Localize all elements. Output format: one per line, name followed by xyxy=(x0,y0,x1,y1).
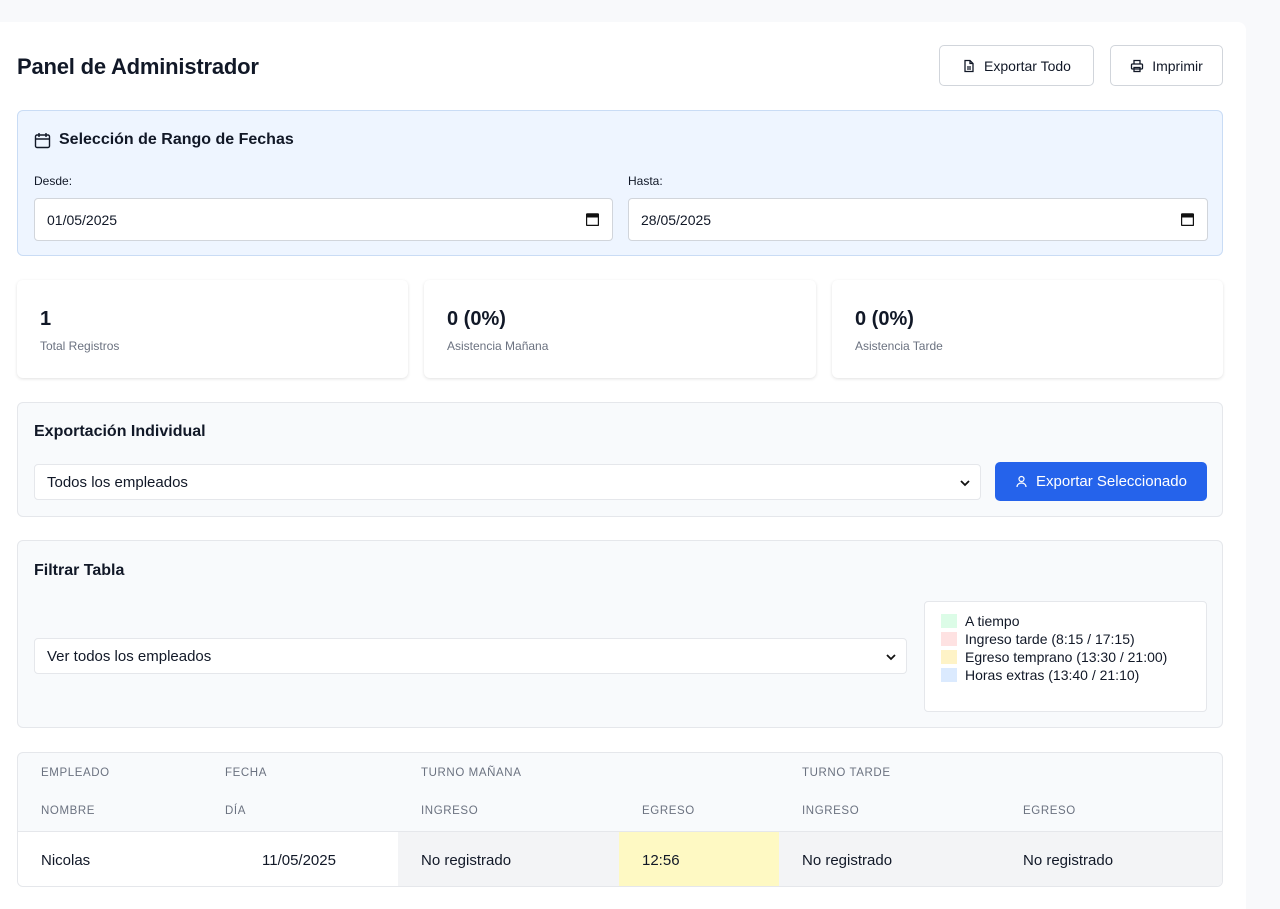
status-legend: A tiempo Ingreso tarde (8:15 / 17:15) Eg… xyxy=(924,601,1207,712)
stat-label: Asistencia Mañana xyxy=(447,339,549,353)
filter-select-value: Ver todos los empleados xyxy=(47,647,212,665)
cell-ingreso-manana: No registrado xyxy=(398,832,619,886)
calendar-picker-icon[interactable] xyxy=(1181,213,1194,226)
calendar-icon xyxy=(34,132,51,148)
employee-select-value: Todos los empleados xyxy=(47,473,188,491)
subheader-egreso-tarde: EGRESO xyxy=(1023,805,1076,817)
legend-swatch-green xyxy=(941,614,957,628)
stat-value: 1 xyxy=(40,308,52,330)
legend-swatch-yellow xyxy=(941,650,957,664)
calendar-picker-icon[interactable] xyxy=(586,213,599,226)
export-all-label: Exportar Todo xyxy=(984,57,1071,74)
legend-label: Egreso temprano (13:30 / 21:00) xyxy=(965,649,1168,665)
print-button[interactable]: Imprimir xyxy=(1110,45,1223,86)
stat-card-afternoon: 0 (0%) Asistencia Tarde xyxy=(832,280,1223,378)
cell-egreso-manana: 12:56 xyxy=(619,832,779,886)
to-date-input[interactable]: 28/05/2025 xyxy=(628,198,1208,241)
cell-nombre: Nicolas xyxy=(41,851,91,869)
header-turno-tarde: TURNO TARDE xyxy=(802,767,891,779)
cell-ingreso-tarde: No registrado xyxy=(779,832,1000,886)
subheader-egreso-manana: EGRESO xyxy=(642,805,695,817)
individual-export-card: Exportación Individual Todos los emplead… xyxy=(17,402,1223,517)
export-selected-button[interactable]: Exportar Seleccionado xyxy=(995,462,1207,501)
stat-label: Asistencia Tarde xyxy=(855,339,943,353)
legend-item: Ingreso tarde (8:15 / 17:15) xyxy=(941,630,1206,648)
subheader-ingreso-tarde: INGRESO xyxy=(802,805,860,817)
stat-card-morning: 0 (0%) Asistencia Mañana xyxy=(424,280,816,378)
export-all-button[interactable]: Exportar Todo xyxy=(939,45,1094,86)
page-title: Panel de Administrador xyxy=(17,54,259,79)
from-date-value: 01/05/2025 xyxy=(47,211,118,228)
legend-swatch-blue xyxy=(941,668,957,682)
filter-title: Filtrar Tabla xyxy=(34,562,125,579)
cell-egreso-tarde: No registrado xyxy=(1000,832,1222,886)
header-turno-manana: TURNO MAÑANA xyxy=(421,767,522,779)
subheader-ingreso-manana: INGRESO xyxy=(421,805,479,817)
chevron-down-icon xyxy=(886,654,896,661)
stat-label: Total Registros xyxy=(40,339,120,353)
stat-card-total: 1 Total Registros xyxy=(17,280,408,378)
legend-item: Horas extras (13:40 / 21:10) xyxy=(941,666,1206,684)
legend-label: A tiempo xyxy=(965,613,1020,629)
to-label: Hasta: xyxy=(628,174,663,188)
individual-export-title: Exportación Individual xyxy=(34,423,206,440)
date-range-card: Selección de Rango de Fechas Desde: Hast… xyxy=(17,110,1223,256)
export-selected-label: Exportar Seleccionado xyxy=(1036,473,1187,490)
print-label: Imprimir xyxy=(1152,57,1203,74)
subheader-dia: DÍA xyxy=(225,805,246,817)
from-date-input[interactable]: 01/05/2025 xyxy=(34,198,613,241)
file-icon xyxy=(964,59,974,72)
subheader-nombre: NOMBRE xyxy=(41,805,96,817)
date-range-title: Selección de Rango de Fechas xyxy=(59,131,294,148)
filter-card: Filtrar Tabla Ver todos los empleados A … xyxy=(17,540,1223,728)
legend-item: Egreso temprano (13:30 / 21:00) xyxy=(941,648,1206,666)
legend-label: Horas extras (13:40 / 21:10) xyxy=(965,667,1140,683)
stat-value: 0 (0%) xyxy=(855,308,914,330)
header-empleado: EMPLEADO xyxy=(41,767,110,779)
date-range-title-row: Selección de Rango de Fechas xyxy=(34,131,294,149)
cell-dia: 11/05/2025 xyxy=(262,851,336,869)
to-date-value: 28/05/2025 xyxy=(641,211,712,228)
attendance-table: EMPLEADO FECHA TURNO MAÑANA TURNO TARDE … xyxy=(17,752,1223,887)
table-row: Nicolas 11/05/2025 No registrado 12:56 N… xyxy=(18,831,1222,886)
legend-item: A tiempo xyxy=(941,612,1206,630)
legend-swatch-red xyxy=(941,632,957,646)
chevron-down-icon xyxy=(960,480,970,487)
user-icon xyxy=(1016,475,1027,488)
from-label: Desde: xyxy=(34,174,73,188)
legend-label: Ingreso tarde (8:15 / 17:15) xyxy=(965,631,1135,647)
employee-select[interactable]: Todos los empleados xyxy=(34,464,981,500)
printer-icon xyxy=(1131,59,1144,72)
filter-select[interactable]: Ver todos los empleados xyxy=(34,638,907,674)
header-fecha: FECHA xyxy=(225,767,267,779)
stat-value: 0 (0%) xyxy=(447,308,506,330)
